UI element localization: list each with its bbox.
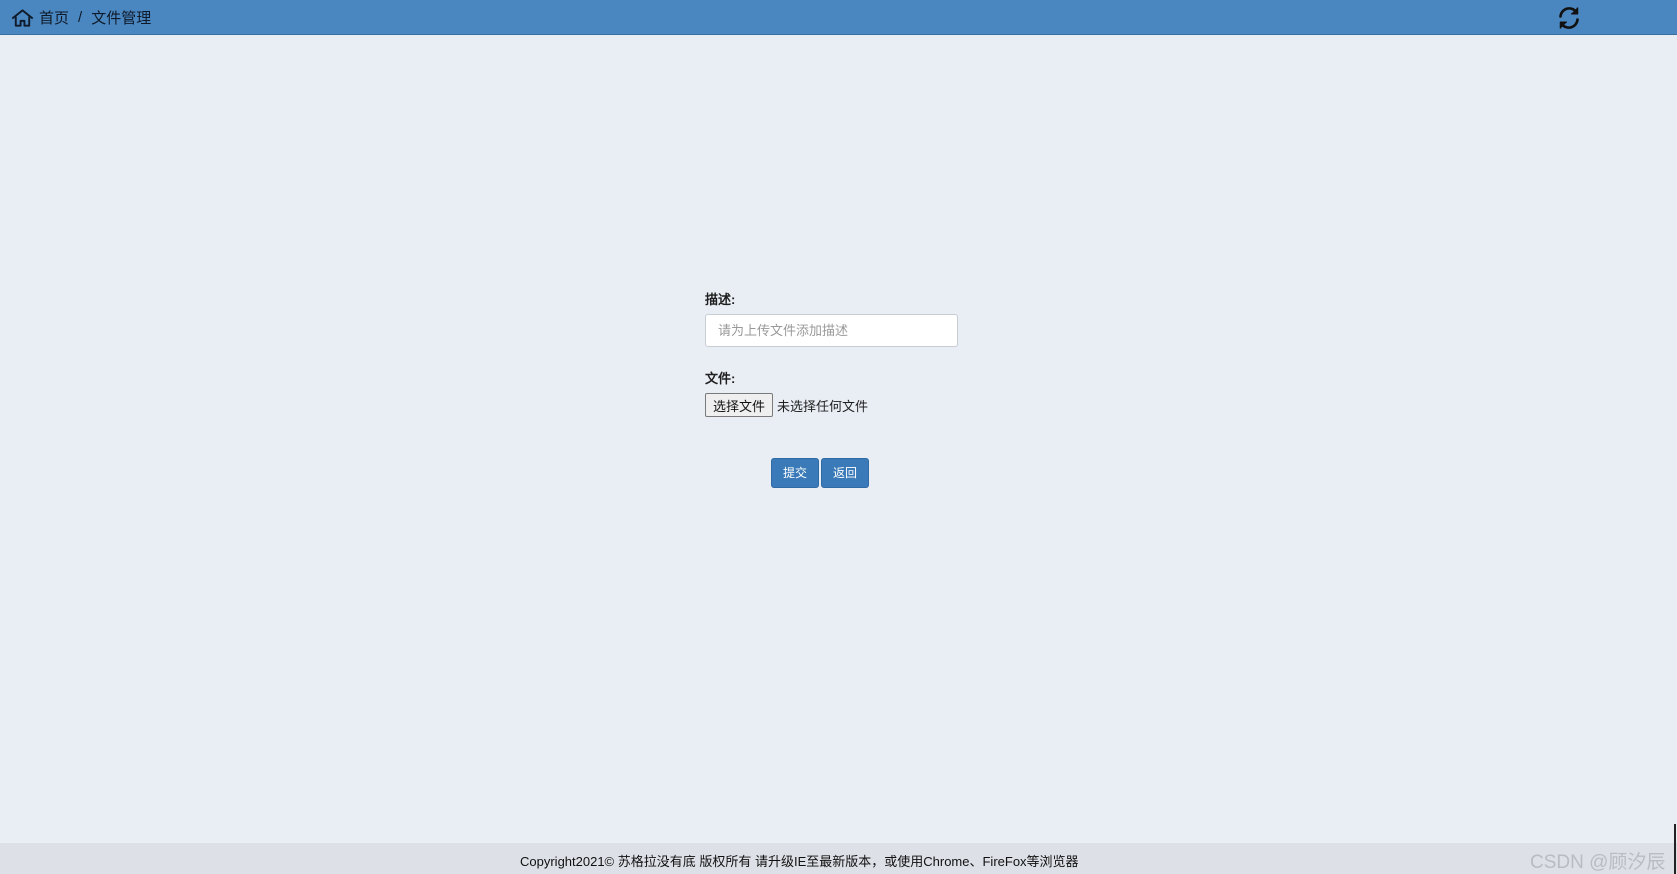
description-input[interactable] xyxy=(705,314,958,347)
upload-form: 描述: 文件: 选择文件 未选择任何文件 xyxy=(705,289,965,417)
file-status-text: 未选择任何文件 xyxy=(777,398,869,414)
watermark: CSDN @顾汐辰 xyxy=(1530,852,1666,873)
file-picker: 选择文件 未选择任何文件 xyxy=(705,393,868,417)
submit-button[interactable]: 提交 xyxy=(771,458,820,488)
breadcrumb-separator: / xyxy=(78,9,83,26)
breadcrumb: 首页 / 文件管理 xyxy=(11,7,151,28)
choose-file-button[interactable]: 选择文件 xyxy=(705,393,774,417)
breadcrumb-current-page: 文件管理 xyxy=(91,10,152,27)
breadcrumb-home-link[interactable]: 首页 xyxy=(39,7,69,28)
file-label: 文件: xyxy=(705,371,736,386)
footer: Copyright2021© 苏格拉没有底 版权所有 请升级IE至最新版本，或使… xyxy=(0,843,1677,874)
description-label: 描述: xyxy=(705,292,736,307)
edge-divider xyxy=(1674,824,1676,874)
footer-copyright: Copyright2021© 苏格拉没有底 版权所有 请升级IE至最新版本，或使… xyxy=(520,854,1079,869)
home-icon[interactable] xyxy=(11,8,34,28)
top-navigation-bar: 首页 / 文件管理 xyxy=(0,0,1677,35)
refresh-icon[interactable] xyxy=(1556,5,1582,31)
back-button[interactable]: 返回 xyxy=(821,458,870,488)
